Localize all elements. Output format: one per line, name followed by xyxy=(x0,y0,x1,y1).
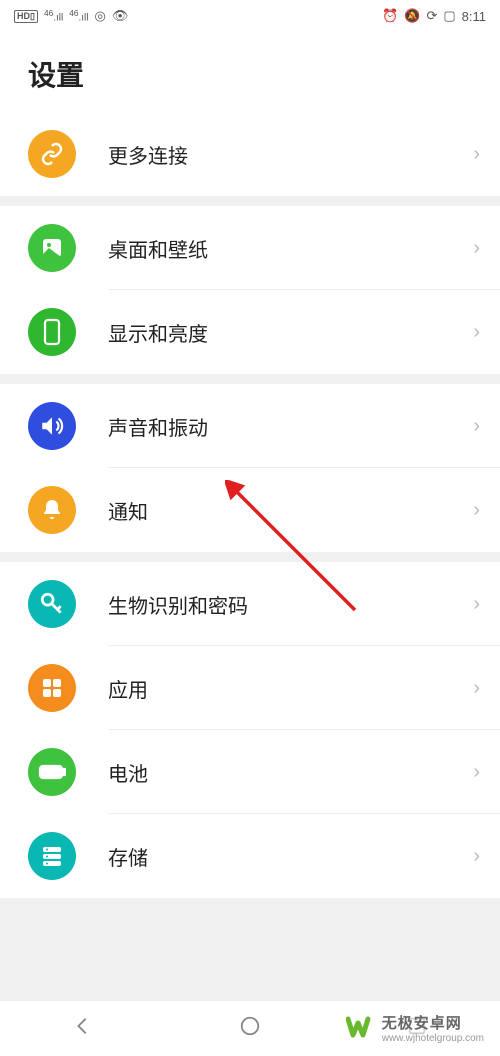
chevron-right-icon: › xyxy=(473,845,480,868)
chevron-right-icon: › xyxy=(473,321,480,344)
alarm-icon: ⏰ xyxy=(382,8,398,24)
chevron-right-icon: › xyxy=(473,593,480,616)
settings-item-storage[interactable]: 存储 › xyxy=(0,814,500,898)
chevron-right-icon: › xyxy=(473,677,480,700)
status-left: HD▯ 46.ıll 46.ıll ◎ 👁 xyxy=(14,8,128,24)
signal-icon-2: 46.ıll xyxy=(69,8,88,23)
watermark: 无极安卓网 www.wjhotelgroup.com xyxy=(342,1010,488,1046)
settings-section: 生物识别和密码 › 应用 › 电池 › 存储 › xyxy=(0,562,500,898)
sound-icon xyxy=(28,402,76,450)
hotspot-icon: ◎ xyxy=(94,8,105,24)
signal-icon: 46.ıll xyxy=(44,8,63,23)
settings-item-label: 生物识别和密码 xyxy=(108,590,473,619)
settings-item-label: 存储 xyxy=(108,842,473,871)
data-icon: ⟳ xyxy=(426,8,437,24)
battery-icon xyxy=(28,748,76,796)
mute-icon: 🔕 xyxy=(404,8,420,24)
chevron-right-icon: › xyxy=(473,761,480,784)
chevron-right-icon: › xyxy=(473,143,480,166)
eye-icon: 👁 xyxy=(112,8,129,24)
chevron-right-icon: › xyxy=(473,499,480,522)
clock-text: 8:11 xyxy=(462,9,486,24)
watermark-url: www.wjhotelgroup.com xyxy=(382,1033,484,1044)
storage-icon xyxy=(28,832,76,880)
battery-icon: ▢ xyxy=(443,8,455,24)
settings-item-battery[interactable]: 电池 › xyxy=(0,730,500,814)
settings-item-label: 电池 xyxy=(108,758,473,787)
hd-indicator-icon: HD▯ xyxy=(14,10,38,23)
settings-item-wallpaper[interactable]: 桌面和壁纸 › xyxy=(0,206,500,290)
settings-item-display[interactable]: 显示和亮度 › xyxy=(0,290,500,374)
settings-item-label: 更多连接 xyxy=(108,140,473,169)
page-title: 设置 xyxy=(0,32,500,112)
status-bar: HD▯ 46.ıll 46.ıll ◎ 👁 ⏰ 🔕 ⟳ ▢ 8:11 xyxy=(0,0,500,32)
bell-icon xyxy=(28,486,76,534)
settings-item-biometrics[interactable]: 生物识别和密码 › xyxy=(0,562,500,646)
settings-item-label: 显示和亮度 xyxy=(108,318,473,347)
settings-item-label: 声音和振动 xyxy=(108,412,473,441)
settings-item-label: 通知 xyxy=(108,496,473,525)
settings-item-label: 应用 xyxy=(108,674,473,703)
settings-section: 更多连接 › xyxy=(0,112,500,196)
key-icon xyxy=(28,580,76,628)
image-icon xyxy=(28,224,76,272)
settings-section: 声音和振动 › 通知 › xyxy=(0,384,500,552)
chevron-right-icon: › xyxy=(473,237,480,260)
settings-section: 桌面和壁纸 › 显示和亮度 › xyxy=(0,206,500,374)
nav-back-button[interactable] xyxy=(72,1015,94,1042)
settings-item-label: 桌面和壁纸 xyxy=(108,234,473,263)
grid-icon xyxy=(28,664,76,712)
chevron-right-icon: › xyxy=(473,415,480,438)
settings-item-apps[interactable]: 应用 › xyxy=(0,646,500,730)
status-right: ⏰ 🔕 ⟳ ▢ 8:11 xyxy=(382,8,486,24)
watermark-brand: 无极安卓网 xyxy=(382,1012,484,1033)
settings-item-notification[interactable]: 通知 › xyxy=(0,468,500,552)
watermark-logo-icon xyxy=(346,1015,376,1041)
settings-item-sound[interactable]: 声音和振动 › xyxy=(0,384,500,468)
settings-item-more-connections[interactable]: 更多连接 › xyxy=(0,112,500,196)
link-icon xyxy=(28,130,76,178)
nav-home-button[interactable] xyxy=(239,1015,261,1042)
phone-icon xyxy=(28,308,76,356)
